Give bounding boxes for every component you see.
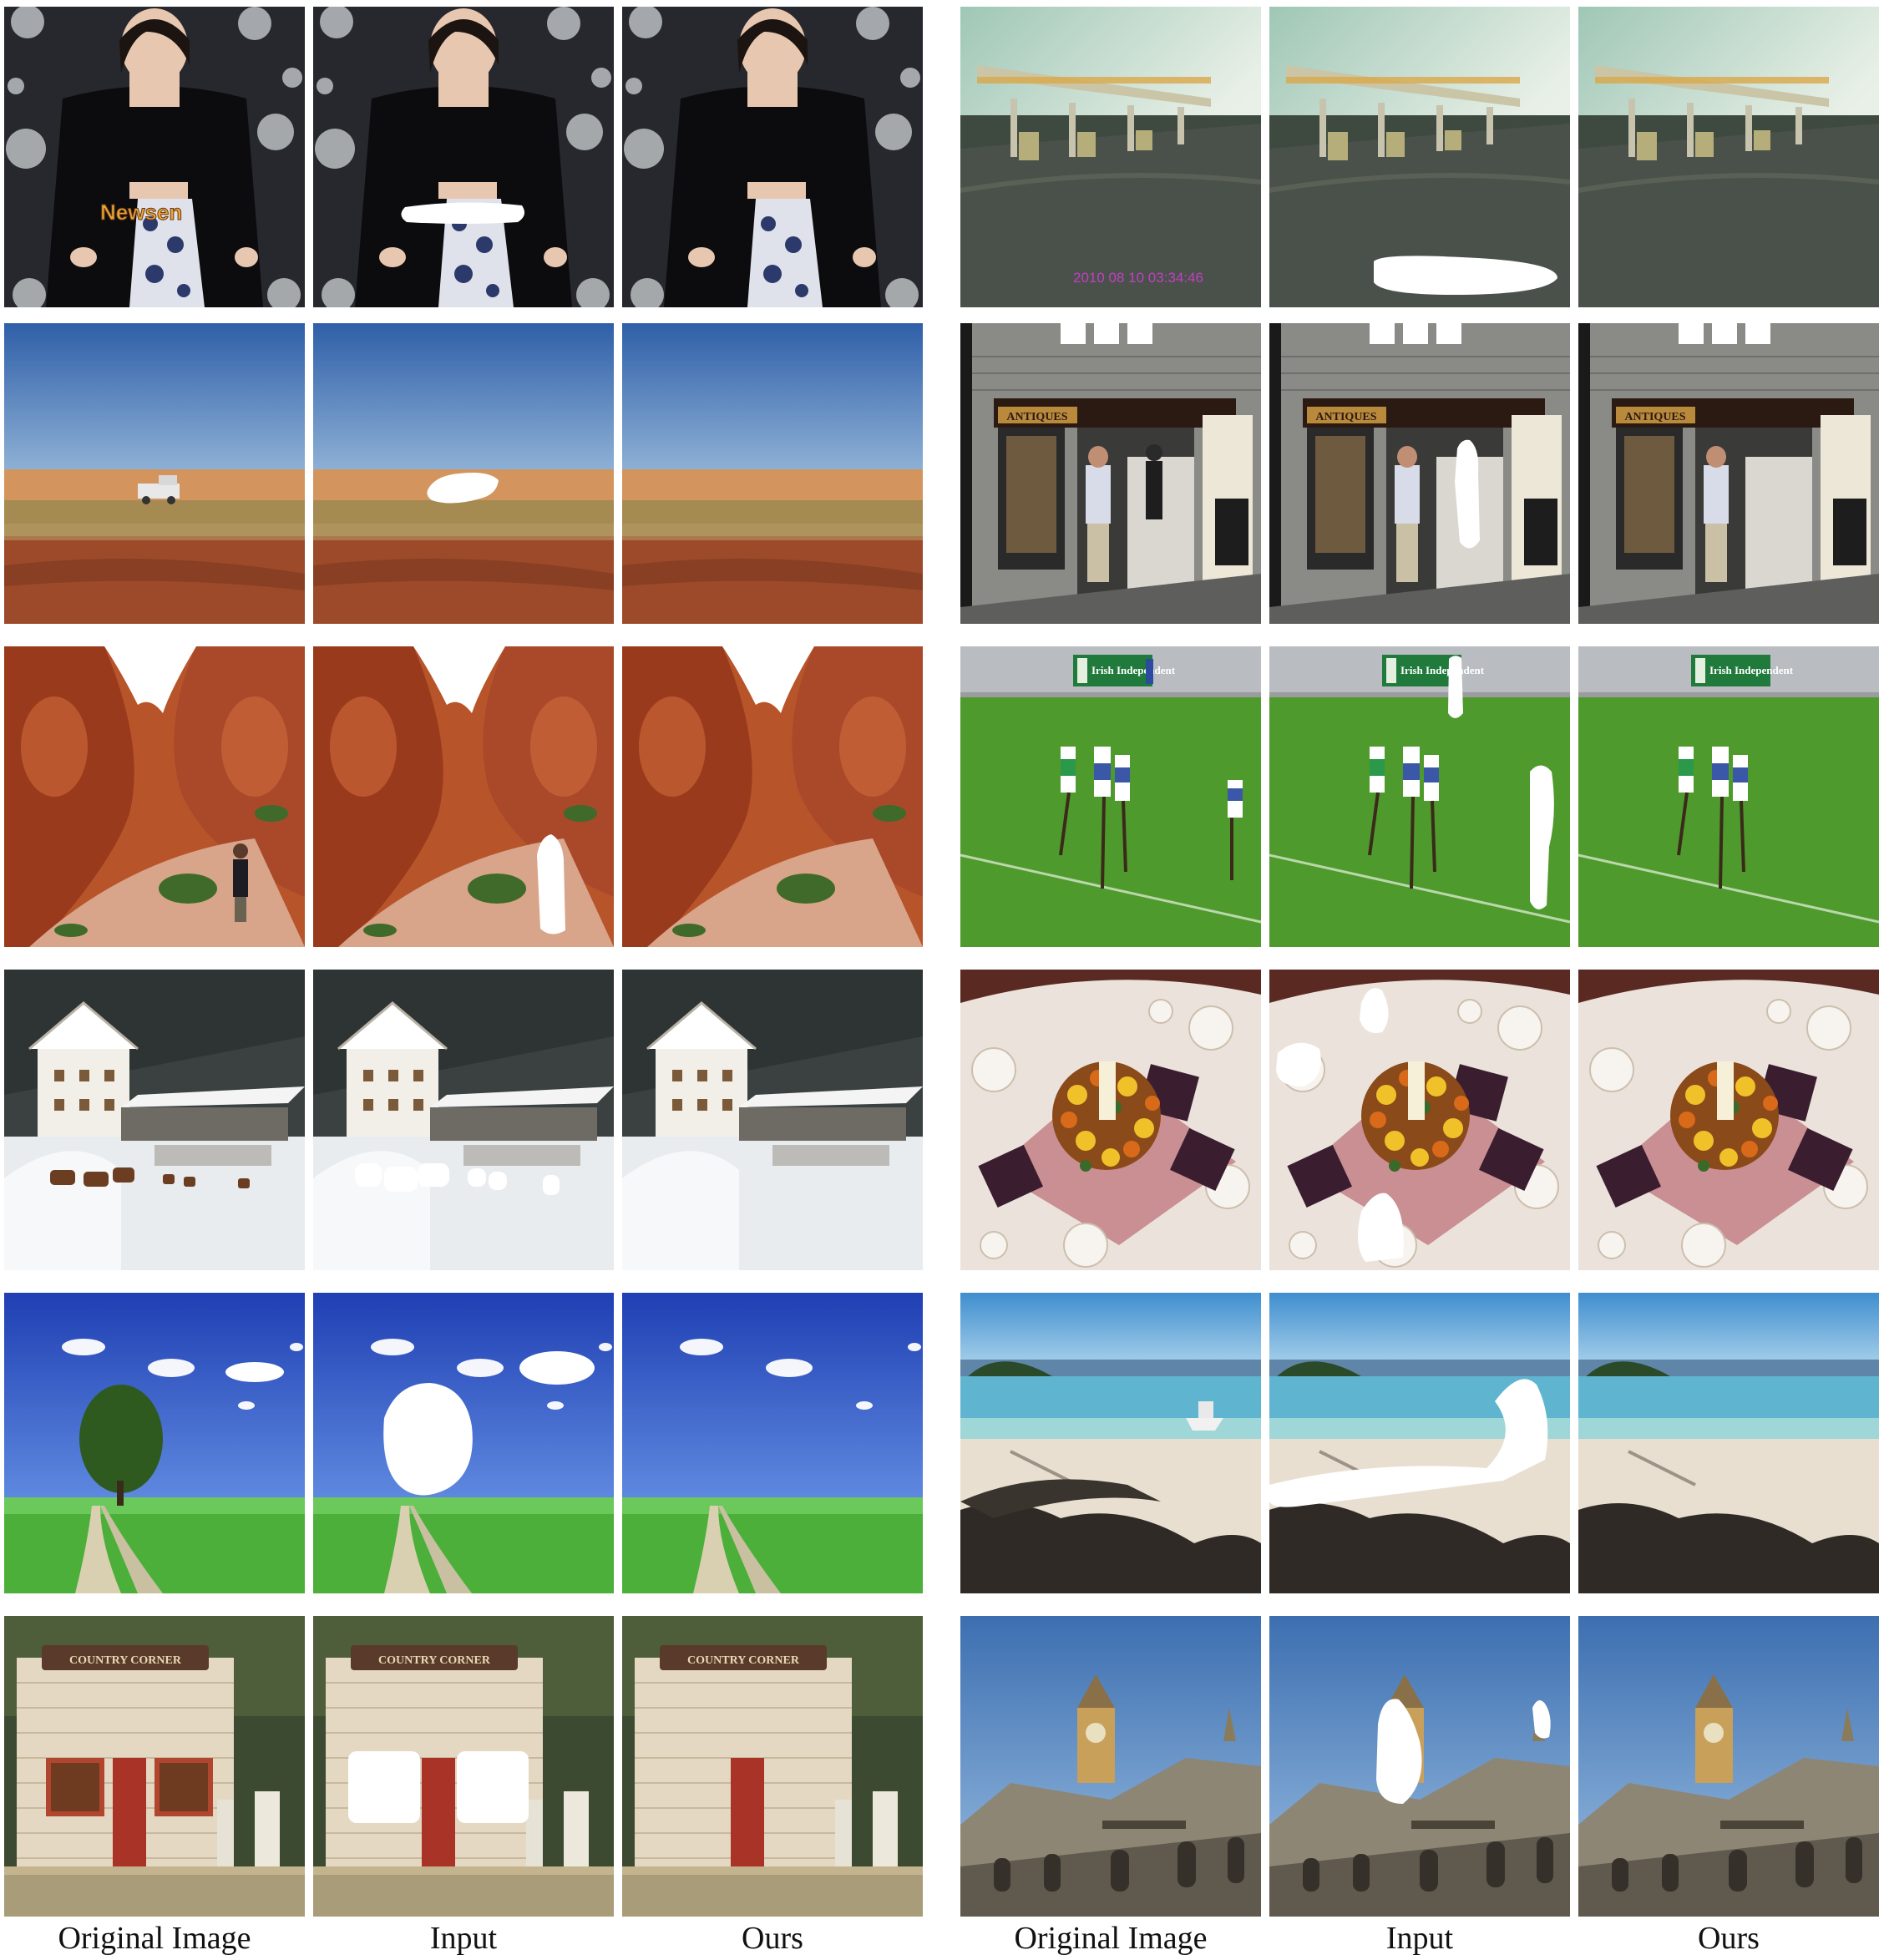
tile-table-original [960,970,1261,1270]
antiques-sign: ANTIQUES [1315,411,1376,423]
tile-canyon-input [313,646,614,947]
tile-building-input [1269,1616,1570,1917]
tile-store-ours: COUNTRY CORNER [622,1616,923,1917]
tile-chalet-original [4,970,305,1270]
antiques-sign: ANTIQUES [1006,411,1067,423]
tile-beach-ours [1578,1293,1879,1593]
tile-store-input: COUNTRY CORNER [313,1616,614,1917]
pedestrian [1146,444,1162,519]
tile-tree-ours [622,1293,923,1593]
tile-chalet-ours [622,970,923,1270]
column-label-original-left: Original Image [58,1921,251,1956]
tile-building-original [960,1616,1261,1917]
column-label-ours-left: Ours [742,1921,803,1956]
tile-tree-input [313,1293,614,1593]
column-label-input-left: Input [429,1921,498,1956]
tile-shop-ours: ANTIQUES [1578,323,1879,624]
inpaint-mask [537,834,565,934]
tile-field-original: Irish Independent [960,646,1261,947]
country-corner-sign: COUNTRY CORNER [378,1654,491,1667]
tile-table-ours [1578,970,1879,1270]
antiques-sign: ANTIQUES [1624,411,1685,423]
tile-shop-original: ANTIQUES [960,323,1261,624]
tile-store-original: COUNTRY CORNER [4,1616,305,1917]
newsen-logo: Newsen [100,200,182,225]
tile-table-input [1269,970,1570,1270]
column-label-ours-right: Ours [1698,1921,1760,1956]
inpaint-mask [401,202,525,224]
tile-gas-ours [1578,7,1879,307]
country-corner-sign: COUNTRY CORNER [687,1654,800,1667]
country-corner-sign: COUNTRY CORNER [69,1654,182,1667]
hiker [233,843,248,922]
tile-beach-input [1269,1293,1570,1593]
tile-shop-input: ANTIQUES [1269,323,1570,624]
inpaint-mask [519,1351,595,1385]
column-label-input-right: Input [1385,1921,1454,1956]
inpaint-mask [383,1383,473,1496]
irish-independent-banner: Irish Independent [1400,664,1485,676]
tile-gas-input [1269,7,1570,307]
tile-woman-original: Newsen [4,7,305,307]
tile-canyon-ours [622,646,923,947]
timestamp-overlay: 2010 08 10 03:34:46 [1073,270,1203,286]
tile-beach-original [960,1293,1261,1593]
irish-independent-banner: Irish Independent [1091,664,1176,676]
tile-desert-original [4,323,305,624]
cloud-cluster [225,1362,284,1382]
tile-gas-original: 2010 08 10 03:34:46 [960,7,1261,307]
tile-desert-ours [622,323,923,624]
tile-desert-input [313,323,614,624]
tile-woman-input [313,7,614,307]
tile-field-input: Irish Independent [1269,646,1570,947]
column-label-original-right: Original Image [1014,1921,1208,1956]
tile-chalet-input [313,970,614,1270]
irish-independent-banner: Irish Independent [1709,664,1794,676]
tile-field-ours: Irish Independent [1578,646,1879,947]
tile-building-ours [1578,1616,1879,1917]
tile-woman-ours [622,7,923,307]
tile-tree-original [4,1293,305,1593]
tile-canyon-original [4,646,305,947]
